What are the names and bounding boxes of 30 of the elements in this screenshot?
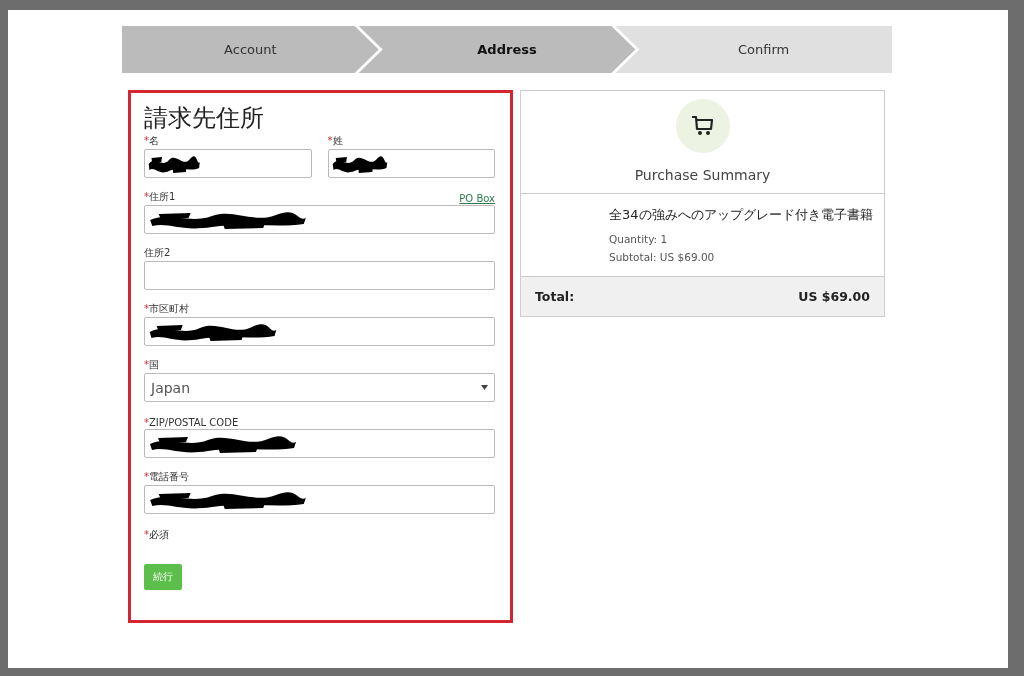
input-field[interactable] [144,261,495,290]
field-label: 住所2 [144,246,171,260]
field-label: *姓 [327,134,343,148]
step-tab[interactable]: Confirm [615,26,892,73]
cart-icon [675,99,730,153]
summary-title: Purchase Summary [634,167,771,183]
form-title: 請求先住所 [144,103,265,133]
field-label: *電話番号 [144,470,189,484]
product-name: 全34の強みへのアップグレード付き電子書籍 [609,206,874,224]
po-box-link[interactable]: PO Box [459,193,495,204]
field-label: *名 [144,134,159,148]
country-dropdown[interactable]: Japan [144,373,495,402]
total-label: Total: [535,289,575,304]
field-label: *国 [144,358,159,372]
total-amount: US $69.00 [798,289,870,304]
field-label: *ZIP/POSTAL CODE [144,417,239,428]
step-tab[interactable]: Address [358,26,636,73]
input-field[interactable] [144,429,495,458]
input-field[interactable] [144,317,495,346]
required-note: *必須 [144,528,170,542]
step-tab[interactable]: Account [122,26,379,73]
input-field[interactable] [144,205,495,234]
input-field[interactable] [327,149,495,178]
subtotal-text: Subtotal: US $69.00 [609,250,716,265]
quantity-text: Quantity: 1 [609,232,669,247]
caret-icon [481,385,488,390]
field-label: *市区町村 [144,302,189,316]
field-label: *住所1 [144,190,176,204]
input-field[interactable] [144,485,495,514]
input-field[interactable] [144,149,312,178]
